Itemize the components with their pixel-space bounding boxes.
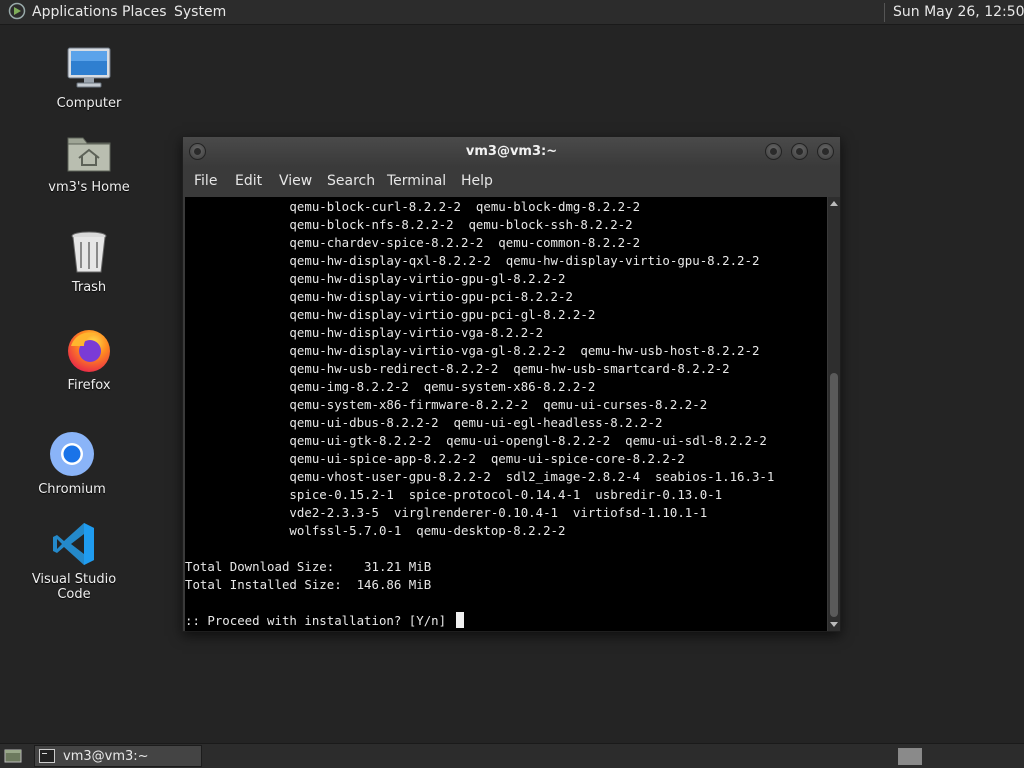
terminal-line: qemu-vhost-user-gpu-8.2.2-2 sdl2_image-2… xyxy=(185,469,775,484)
distro-logo-icon xyxy=(8,2,26,19)
terminal-line: Total Download Size: 31.21 MiB xyxy=(185,559,432,574)
terminal-line: wolfssl-5.7.0-1 qemu-desktop-8.2.2-2 xyxy=(185,523,566,538)
terminal-output[interactable]: qemu-block-curl-8.2.2-2 qemu-block-dmg-8… xyxy=(185,197,827,631)
desktop-icon-firefox[interactable]: Firefox xyxy=(29,326,149,393)
terminal-prompt-line: :: Proceed with installation? [Y/n] xyxy=(185,612,464,630)
desktop-icon-label: Visual Studio Code xyxy=(31,572,117,602)
menu-terminal[interactable]: Terminal xyxy=(387,167,446,196)
terminal-line: qemu-hw-usb-redirect-8.2.2-2 qemu-hw-usb… xyxy=(185,361,730,376)
desktop-icon-chromium[interactable]: Chromium xyxy=(12,430,132,497)
scroll-down-arrow-icon[interactable] xyxy=(830,622,838,627)
minimize-button[interactable] xyxy=(765,143,782,160)
places-menu[interactable]: Places xyxy=(122,0,167,25)
terminal-line: qemu-hw-display-virtio-vga-gl-8.2.2-2 qe… xyxy=(185,343,760,358)
terminal-line: qemu-block-curl-8.2.2-2 qemu-block-dmg-8… xyxy=(185,199,641,214)
vscode-icon xyxy=(50,520,98,568)
terminal-line: Total Installed Size: 146.86 MiB xyxy=(185,577,432,592)
terminal-line: qemu-img-8.2.2-2 qemu-system-x86-8.2.2-2 xyxy=(185,379,596,394)
menu-help[interactable]: Help xyxy=(461,167,493,196)
terminal-window[interactable]: vm3@vm3:~ File Edit View Search Terminal… xyxy=(182,136,841,632)
maximize-button[interactable] xyxy=(791,143,808,160)
desktop-icon-trash[interactable]: Trash xyxy=(29,228,149,295)
terminal-line: qemu-ui-dbus-8.2.2-2 qemu-ui-egl-headles… xyxy=(185,415,663,430)
terminal-line: spice-0.15.2-1 spice-protocol-0.14.4-1 u… xyxy=(185,487,723,502)
desktop-icon-label: Computer xyxy=(56,96,122,111)
scrollbar-thumb[interactable] xyxy=(830,373,838,617)
desktop-icon-vscode[interactable]: Visual Studio Code xyxy=(14,520,134,602)
menu-view[interactable]: View xyxy=(279,167,312,196)
desktop-icon-computer[interactable]: Computer xyxy=(29,44,149,111)
terminal-line: qemu-ui-gtk-8.2.2-2 qemu-ui-opengl-8.2.2… xyxy=(185,433,767,448)
workspace-switcher[interactable] xyxy=(898,748,922,765)
window-title: vm3@vm3:~ xyxy=(465,144,558,159)
terminal-line: qemu-hw-display-virtio-gpu-gl-8.2.2-2 xyxy=(185,271,566,286)
panel-separator xyxy=(884,3,885,22)
desktop-icon-label: Firefox xyxy=(67,378,111,393)
taskbar-terminal-button[interactable]: vm3@vm3:~ xyxy=(34,745,202,767)
trash-icon xyxy=(65,228,113,276)
terminal-line: qemu-ui-spice-app-8.2.2-2 qemu-ui-spice-… xyxy=(185,451,685,466)
firefox-icon xyxy=(65,326,113,374)
system-menu[interactable]: System xyxy=(174,0,226,25)
terminal-line: vde2-2.3.3-5 virglrenderer-0.10.4-1 virt… xyxy=(185,505,708,520)
computer-icon xyxy=(65,44,113,92)
desktop-icon-home[interactable]: vm3's Home xyxy=(29,128,149,195)
terminal-line: qemu-block-nfs-8.2.2-2 qemu-block-ssh-8.… xyxy=(185,217,633,232)
applications-label: Applications xyxy=(32,4,118,20)
scroll-up-arrow-icon[interactable] xyxy=(830,201,838,206)
bottom-panel: vm3@vm3:~ xyxy=(0,743,1024,768)
top-panel: Applications Places System Sun May 26, 1… xyxy=(0,0,1024,25)
close-button[interactable] xyxy=(817,143,834,160)
terminal-line: qemu-hw-display-virtio-vga-8.2.2-2 xyxy=(185,325,544,340)
desktop-icon-label: Trash xyxy=(71,280,107,295)
menu-file[interactable]: File xyxy=(194,167,217,196)
terminal-prompt: :: Proceed with installation? [Y/n] xyxy=(185,613,454,628)
clock[interactable]: Sun May 26, 12:50 PM xyxy=(893,0,1024,25)
menu-search[interactable]: Search xyxy=(327,167,375,196)
window-menu-button[interactable] xyxy=(189,143,206,160)
menu-edit[interactable]: Edit xyxy=(235,167,262,196)
terminal-cursor xyxy=(455,612,464,628)
terminal-line: qemu-system-x86-firmware-8.2.2-2 qemu-ui… xyxy=(185,397,708,412)
chromium-icon xyxy=(48,430,96,478)
terminal-line: qemu-hw-display-qxl-8.2.2-2 qemu-hw-disp… xyxy=(185,253,760,268)
terminal-line: qemu-hw-display-virtio-gpu-pci-8.2.2-2 xyxy=(185,289,573,304)
window-titlebar[interactable]: vm3@vm3:~ xyxy=(183,137,840,167)
desktop-icon-label: Chromium xyxy=(38,482,106,497)
terminal-menubar: File Edit View Search Terminal Help xyxy=(183,167,840,196)
show-desktop-icon[interactable] xyxy=(4,748,22,764)
taskbar-window-label: vm3@vm3:~ xyxy=(63,749,149,764)
desktop-icon-label: vm3's Home xyxy=(48,180,130,195)
terminal-line: qemu-hw-display-virtio-gpu-pci-gl-8.2.2-… xyxy=(185,307,596,322)
applications-menu[interactable]: Applications xyxy=(8,0,118,25)
home-folder-icon xyxy=(65,128,113,176)
terminal-line: qemu-chardev-spice-8.2.2-2 qemu-common-8… xyxy=(185,235,641,250)
terminal-scrollbar[interactable] xyxy=(828,197,840,631)
terminal-icon xyxy=(39,749,55,763)
